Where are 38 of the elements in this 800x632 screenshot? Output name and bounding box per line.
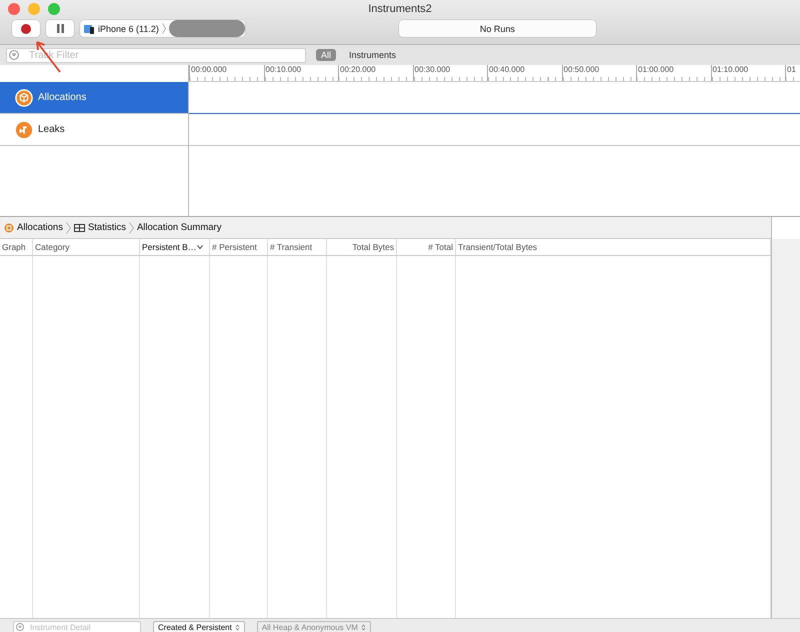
window-title: Instruments2 xyxy=(368,3,432,15)
breadcrumb-item[interactable]: Statistics xyxy=(88,222,126,233)
device-icon xyxy=(84,24,95,34)
column-header[interactable]: Category xyxy=(33,239,140,255)
box-icon xyxy=(4,222,14,232)
box-icon xyxy=(15,88,33,106)
column-header[interactable]: # Total xyxy=(397,239,456,255)
sort-chevron-icon xyxy=(197,245,204,249)
table-icon xyxy=(74,224,85,232)
column-header[interactable]: # Persistent xyxy=(210,239,268,255)
breadcrumb-item[interactable]: Allocations xyxy=(17,222,63,233)
runs-selector[interactable]: No Runs xyxy=(398,20,596,37)
filter-icon xyxy=(16,623,24,631)
column-header[interactable]: Total Bytes xyxy=(327,239,397,255)
instrument-detail-field[interactable]: Instrument Detail xyxy=(13,621,141,632)
record-icon xyxy=(21,24,31,34)
zoom-button[interactable] xyxy=(48,3,60,15)
chevron-icon xyxy=(162,23,166,34)
scope-tab[interactable]: Instruments xyxy=(344,49,402,61)
pause-button[interactable] xyxy=(46,20,74,37)
separator-icon xyxy=(128,222,134,234)
close-button[interactable] xyxy=(8,3,20,15)
minimize-button[interactable] xyxy=(28,3,40,15)
separator-icon xyxy=(66,222,71,234)
column-header[interactable]: Transient/Total Bytes xyxy=(456,239,771,255)
pause-icon xyxy=(56,24,64,33)
popup-button[interactable]: Created & Persistent xyxy=(153,621,245,632)
column-header[interactable]: # Transient xyxy=(268,239,327,255)
breadcrumb-item[interactable]: Allocation Summary xyxy=(136,222,222,233)
column-header[interactable]: Graph xyxy=(0,239,33,255)
record-button[interactable] xyxy=(12,20,40,37)
track-row[interactable]: Allocations xyxy=(0,82,188,114)
column-header[interactable]: Persistent B… xyxy=(140,239,210,255)
stepper-icon xyxy=(234,624,240,630)
pipe-icon xyxy=(15,120,33,138)
device-selector[interactable]: iPhone 6 (11.2) xyxy=(80,20,245,37)
stepper-icon xyxy=(360,624,366,630)
filter-icon xyxy=(9,50,19,60)
